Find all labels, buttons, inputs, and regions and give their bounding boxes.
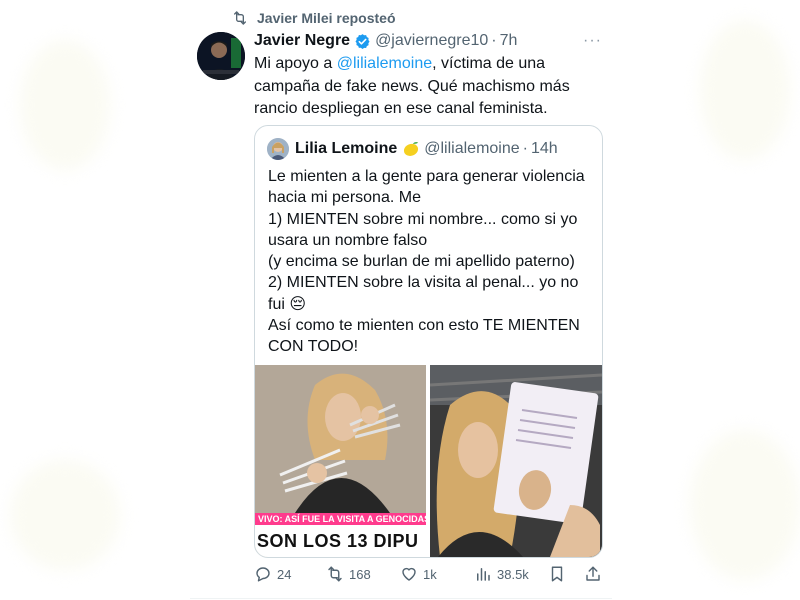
repost-button[interactable]: 168 <box>326 563 371 585</box>
tv-frame-photo <box>255 365 426 513</box>
background-blob <box>20 40 110 170</box>
divider <box>190 598 612 599</box>
background-blob <box>700 20 790 160</box>
reply-count: 24 <box>277 566 292 582</box>
like-button[interactable]: 1k <box>400 563 437 585</box>
mention-link[interactable]: @lilialemoine <box>337 55 432 72</box>
more-icon[interactable]: ··· <box>583 32 602 50</box>
quoted-avatar[interactable] <box>267 138 289 160</box>
like-count: 1k <box>423 566 437 582</box>
repost-count: 168 <box>349 566 371 582</box>
views-count: 38.5k <box>497 566 529 582</box>
tweet-text-prefix: Mi apoyo a <box>254 55 337 72</box>
background-blob <box>10 460 120 570</box>
tweet-header: Javier Negre @javiernegre10 · 7h <box>254 30 517 52</box>
repost-header: Javier Milei reposteó <box>232 9 396 27</box>
repost-icon <box>328 566 342 582</box>
media-image-left[interactable]: VIVO: ASÍ FUE LA VISITA A GENOCIDAS SON … <box>255 365 426 557</box>
tv-banner-bottom: SON LOS 13 DIPU <box>255 525 426 557</box>
verified-icon <box>355 33 370 49</box>
like-icon <box>402 567 416 581</box>
quoted-author-name[interactable]: Lilia Lemoine <box>295 140 397 158</box>
tweet-text: Mi apoyo a @lilialemoine, víctima de una… <box>254 53 594 121</box>
media-image-right[interactable] <box>430 365 602 557</box>
quoted-tweet[interactable]: Lilia Lemoine @lilialemoine · 14h Le mie… <box>254 125 603 558</box>
reply-icon <box>256 567 270 582</box>
quoted-tweet-time[interactable]: 14h <box>531 140 558 158</box>
repost-icon <box>234 11 246 25</box>
bookmark-icon <box>551 566 563 582</box>
separator-dot: · <box>522 140 528 157</box>
share-icon <box>586 566 600 581</box>
avatar[interactable] <box>197 32 245 80</box>
author-name[interactable]: Javier Negre <box>254 32 350 50</box>
reply-button[interactable]: 24 <box>254 563 291 585</box>
background-blob <box>690 430 800 580</box>
tweet-card[interactable]: Javier Milei reposteó Javier Negre @javi… <box>190 0 612 600</box>
tweet-time[interactable]: 7h <box>500 32 518 50</box>
share-button[interactable] <box>584 563 602 585</box>
views-button[interactable]: 38.5k <box>474 563 529 585</box>
media-grid: VIVO: ASÍ FUE LA VISITA A GENOCIDAS SON … <box>255 365 602 557</box>
views-icon <box>477 568 490 581</box>
quoted-tweet-header: Lilia Lemoine @lilialemoine · 14h <box>267 138 558 160</box>
tv-banner-top: VIVO: ASÍ FUE LA VISITA A GENOCIDAS <box>255 513 426 525</box>
id-card-photo <box>430 365 602 557</box>
lemon-icon <box>402 140 420 158</box>
repost-label[interactable]: Javier Milei reposteó <box>257 10 396 26</box>
quoted-tweet-text: Le mienten a la gente para generar viole… <box>268 168 585 356</box>
bookmark-button[interactable] <box>548 563 566 585</box>
separator-dot: · <box>491 32 497 49</box>
author-handle[interactable]: @javiernegre10 <box>375 32 488 50</box>
action-bar: 24 168 1k 38.5k <box>254 563 604 585</box>
quoted-author-handle[interactable]: @lilialemoine <box>424 140 519 158</box>
